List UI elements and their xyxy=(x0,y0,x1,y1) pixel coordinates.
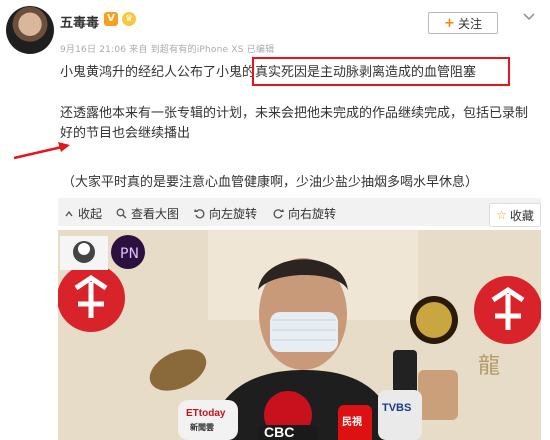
news-photo[interactable]: PN 龍 ETtoday 新聞雲 民視 TVBS CBC xyxy=(58,230,541,440)
follow-button[interactable]: + 关注 xyxy=(428,12,498,34)
post-meta: 9月16日 21:06 来自 到超有有的iPhone XS 已编辑 xyxy=(60,45,275,55)
collect-button[interactable]: ☆ 收藏 xyxy=(489,203,541,227)
photo-watermark: 龍 xyxy=(478,354,507,379)
view-large-button[interactable]: 查看大图 xyxy=(116,205,179,222)
collect-label: 收藏 xyxy=(509,208,534,223)
avatar[interactable] xyxy=(6,6,54,54)
mic-label: 民視 xyxy=(342,417,362,428)
red-arrow-icon xyxy=(13,142,70,160)
vip-icon: V xyxy=(104,12,118,26)
star-icon: ☆ xyxy=(496,208,507,222)
mic-label: ETtoday xyxy=(186,408,226,419)
collapse-label: 收起 xyxy=(78,207,103,221)
highlight-box xyxy=(252,57,510,86)
rotate-left-label: 向左旋转 xyxy=(209,207,258,221)
rotate-left-icon xyxy=(194,209,205,219)
rotate-right-label: 向右旋转 xyxy=(288,207,337,221)
mic-label: 新聞雲 xyxy=(190,423,214,432)
photo-scene: PN xyxy=(58,230,541,440)
plus-icon: + xyxy=(444,15,455,31)
mic-label: TVBS xyxy=(382,402,412,414)
view-large-label: 查看大图 xyxy=(131,207,180,221)
rotate-right-button[interactable]: 向右旋转 xyxy=(273,205,336,222)
magnifier-icon xyxy=(116,208,127,219)
svg-text:PN: PN xyxy=(120,246,139,262)
collapse-icon xyxy=(65,210,73,216)
post-paragraph: （大家平时真的是要注意心血管健康啊，少油少盐少抽烟多喝水早休息） xyxy=(62,175,479,190)
media-toolbar: 收起 查看大图 向左旋转 向右旋转 xyxy=(58,198,541,226)
author-name[interactable]: 五毒毒 xyxy=(60,12,99,31)
collapse-button[interactable]: 收起 xyxy=(64,205,102,222)
post-header: 五毒毒 V ♛ 9月16日 21:06 来自 到超有有的iPhone XS 已编… xyxy=(0,0,550,60)
follow-label: 关注 xyxy=(457,16,482,31)
mic-label: CBC xyxy=(264,424,295,440)
rotate-left-button[interactable]: 向左旋转 xyxy=(194,205,257,222)
rotate-right-icon xyxy=(273,209,284,219)
badge-icon: ♛ xyxy=(122,12,136,26)
more-chevron-icon[interactable] xyxy=(522,12,536,22)
post-paragraph: 还透露他本来有一张专辑的计划，未来会把他未完成的作品继续完成，包括已录制好的节目… xyxy=(60,106,529,141)
